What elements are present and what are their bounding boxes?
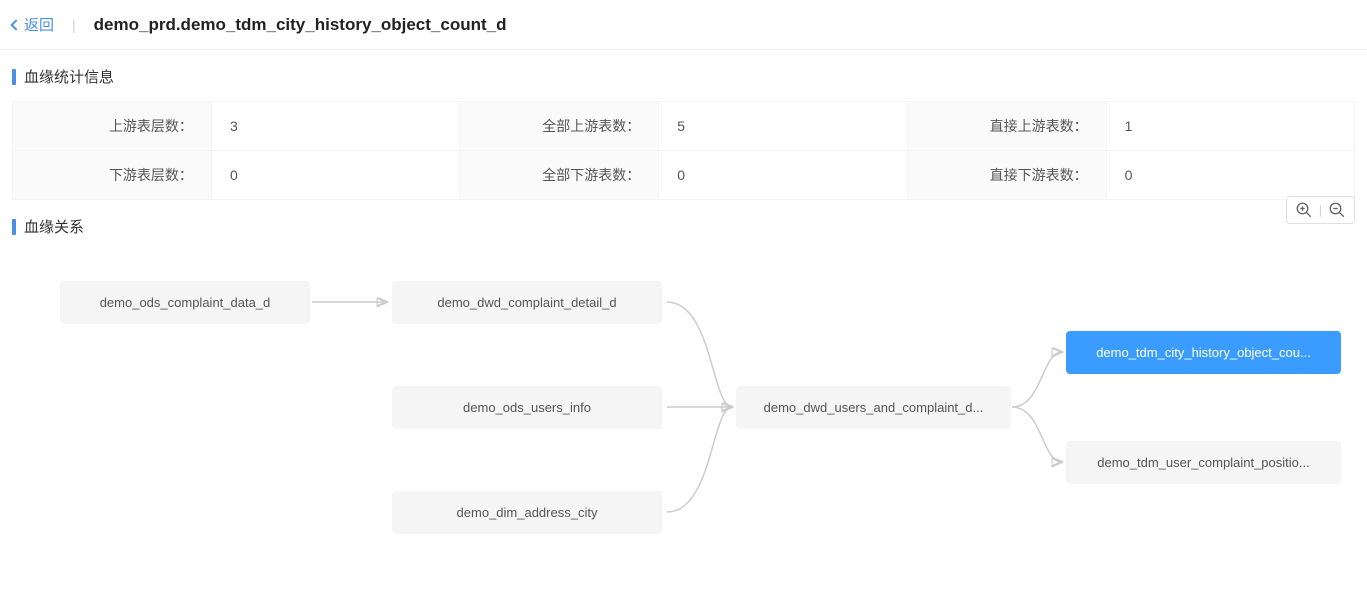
- table-row: 下游表层数： 0 全部下游表数： 0 直接下游表数： 0: [13, 151, 1355, 200]
- zoom-in-button[interactable]: [1295, 201, 1313, 219]
- stat-label: 直接下游表数：: [907, 151, 1106, 200]
- stat-value: 5: [659, 102, 907, 151]
- stats-section-header: 血缘统计信息: [12, 66, 1355, 87]
- stats-section-title: 血缘统计信息: [24, 66, 114, 87]
- stat-label: 上游表层数：: [13, 102, 212, 151]
- stat-label: 全部下游表数：: [460, 151, 659, 200]
- graph-node[interactable]: demo_ods_users_info: [392, 386, 662, 429]
- back-label: 返回: [24, 14, 54, 35]
- stat-label: 下游表层数：: [13, 151, 212, 200]
- stat-label: 全部上游表数：: [460, 102, 659, 151]
- section-bar-icon: [12, 69, 16, 85]
- relation-section-header: 血缘关系: [12, 216, 1355, 237]
- graph-node-active[interactable]: demo_tdm_city_history_object_cou...: [1066, 331, 1341, 374]
- zoom-separator: |: [1319, 203, 1322, 217]
- zoom-out-icon: [1328, 201, 1346, 219]
- graph-node[interactable]: demo_dwd_users_and_complaint_d...: [736, 386, 1011, 429]
- chevron-left-icon: [10, 19, 21, 30]
- stat-value: 0: [1106, 151, 1354, 200]
- stat-value: 1: [1106, 102, 1354, 151]
- page-title: demo_prd.demo_tdm_city_history_object_co…: [94, 15, 507, 35]
- stat-label: 直接上游表数：: [907, 102, 1106, 151]
- relation-section: 血缘关系 |: [0, 200, 1367, 557]
- stat-value: 0: [659, 151, 907, 200]
- back-link[interactable]: 返回: [12, 14, 54, 35]
- stat-value: 0: [211, 151, 459, 200]
- lineage-graph[interactable]: demo_ods_complaint_data_d demo_dwd_compl…: [12, 257, 1355, 557]
- stat-value: 3: [211, 102, 459, 151]
- header-divider: |: [72, 17, 76, 33]
- graph-node[interactable]: demo_dwd_complaint_detail_d: [392, 281, 662, 324]
- section-bar-icon: [12, 219, 16, 235]
- stats-section: 血缘统计信息 上游表层数： 3 全部上游表数： 5 直接上游表数： 1 下游表层…: [0, 50, 1367, 200]
- page-header: 返回 | demo_prd.demo_tdm_city_history_obje…: [0, 0, 1367, 50]
- graph-node[interactable]: demo_ods_complaint_data_d: [60, 281, 310, 324]
- relation-section-title: 血缘关系: [24, 216, 84, 237]
- table-row: 上游表层数： 3 全部上游表数： 5 直接上游表数： 1: [13, 102, 1355, 151]
- zoom-controls: |: [1286, 196, 1355, 224]
- stats-table: 上游表层数： 3 全部上游表数： 5 直接上游表数： 1 下游表层数： 0 全部…: [12, 101, 1355, 200]
- graph-node[interactable]: demo_tdm_user_complaint_positio...: [1066, 441, 1341, 484]
- zoom-in-icon: [1295, 201, 1313, 219]
- graph-node[interactable]: demo_dim_address_city: [392, 491, 662, 534]
- zoom-out-button[interactable]: [1328, 201, 1346, 219]
